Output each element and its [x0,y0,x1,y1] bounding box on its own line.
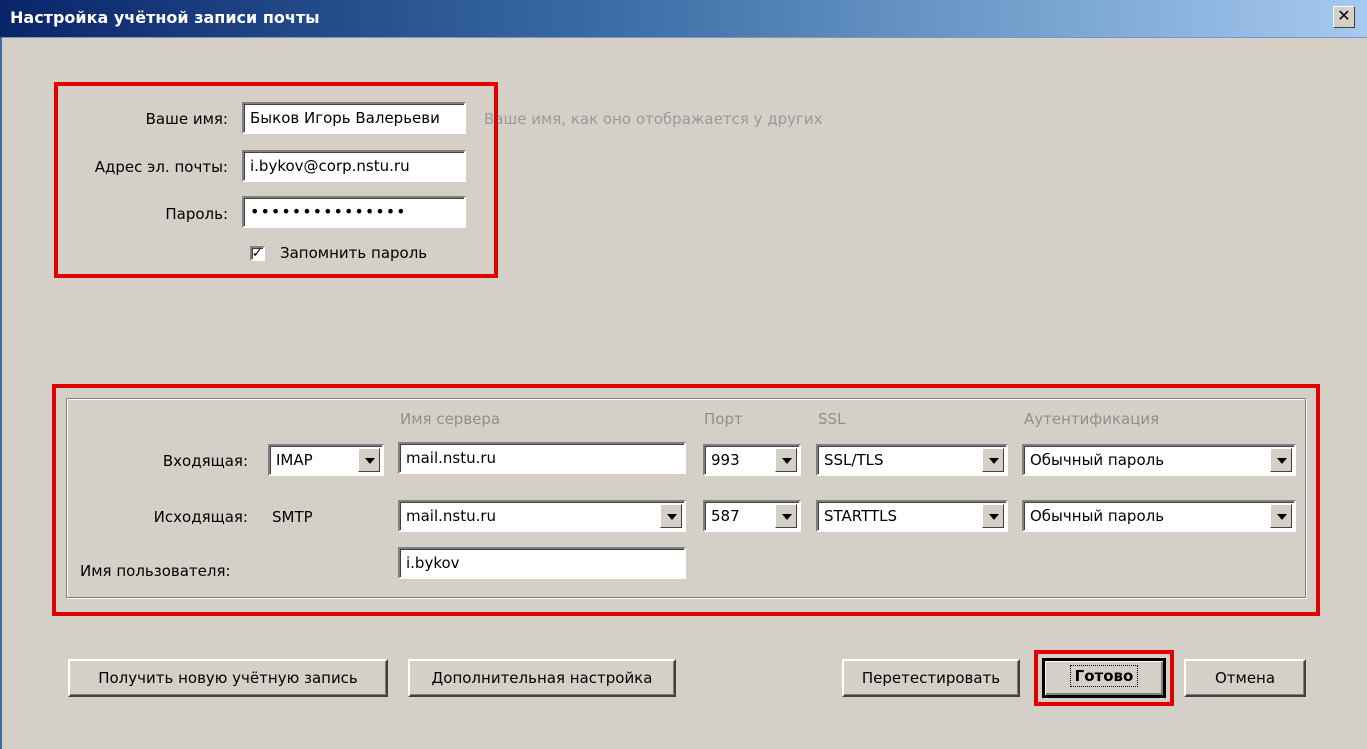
cancel-button[interactable]: Отмена [1184,659,1306,697]
highlight-identity [54,82,498,278]
close-icon: ✕ [1337,6,1351,25]
advanced-settings-button[interactable]: Дополнительная настройка [408,659,676,697]
highlight-done-button [1034,650,1174,706]
close-button[interactable]: ✕ [1333,6,1355,28]
name-hint: Ваше имя, как оно отображается у других [484,110,823,128]
window-border [0,37,2,749]
highlight-server-settings [52,384,1320,616]
window-title: Настройка учётной записи почты [10,8,320,27]
retest-button[interactable]: Перетестировать [842,659,1020,697]
new-account-button[interactable]: Получить новую учётную запись [68,659,388,697]
